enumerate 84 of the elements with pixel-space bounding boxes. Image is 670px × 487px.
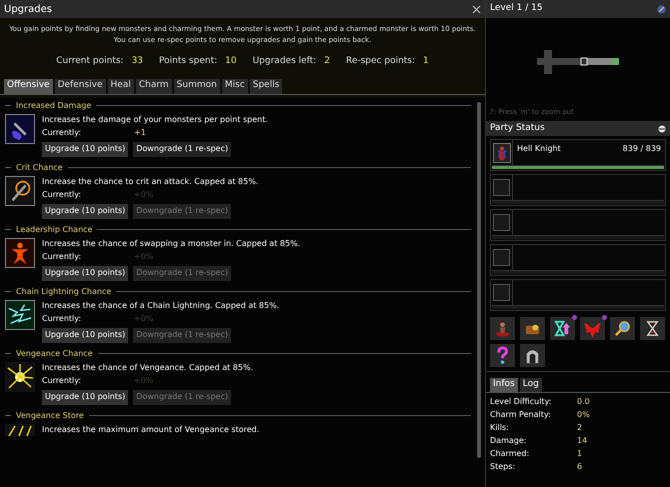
upgrade-icon: [5, 176, 35, 206]
currently-value: +0%: [134, 188, 154, 200]
info-value: 0.0: [577, 396, 590, 408]
upgrade-title: Crit Chance: [16, 162, 63, 174]
info-label: Steps:: [490, 461, 516, 473]
currently-label: Currently:: [42, 312, 82, 325]
upgrade-title: Vengeance Chance: [16, 348, 93, 360]
category-tab[interactable]: Misc: [222, 78, 248, 94]
currently-value: +0%: [134, 374, 154, 386]
currently-value: +0%: [134, 250, 154, 262]
upgrade-button[interactable]: Upgrade (10 points): [42, 204, 128, 218]
info-value: 2: [577, 422, 582, 434]
info-label: Charmed:: [490, 448, 530, 460]
category-tab[interactable]: Defensive: [54, 78, 106, 94]
currently-label: Currently:: [42, 250, 82, 263]
empty-portrait: [493, 249, 510, 266]
stat-value: 33: [132, 55, 144, 68]
upgrade-title: Vengeance Store: [16, 410, 84, 422]
scrollbar-thumb[interactable]: [477, 102, 481, 458]
stat-value: 10: [225, 55, 237, 68]
category-tab[interactable]: Summon: [174, 78, 220, 94]
upgrade-title: Leadership Chance: [16, 224, 92, 236]
member-hp: 839 / 839: [622, 143, 661, 155]
hourglass-icon[interactable]: [640, 317, 665, 340]
category-tab[interactable]: Heal: [108, 78, 134, 94]
info-value: 14: [577, 435, 588, 447]
info-value: 0%: [577, 409, 590, 421]
upgrade-description: Increases the damage of your monsters per point spent.: [42, 114, 268, 126]
category-tab[interactable]: Charm: [136, 78, 172, 94]
stat-label: Current points:: [56, 55, 124, 68]
category-tab[interactable]: Offensive: [4, 78, 53, 94]
upgrade-description: Increases the maximum amount of Vengeance stored.: [42, 424, 260, 436]
upgrade-description: Increases the chance of swapping a monster in. Capped at 85%.: [42, 238, 300, 250]
close-icon[interactable]: [472, 4, 481, 14]
upgrade-icon: [5, 300, 35, 330]
stat-label: Upgrades left:: [252, 55, 316, 68]
window-title: Upgrades: [4, 2, 52, 16]
upgrade-title: Increased Damage: [16, 100, 92, 112]
empty-portrait: [493, 214, 510, 231]
currently-label: Currently:: [42, 188, 82, 201]
upgrade-icon: [5, 362, 35, 392]
info-tab[interactable]: Infos: [490, 378, 518, 392]
upgrade-description: Increases the chance of Vengeance. Capped at 85%.: [42, 362, 254, 374]
empty-portrait: [493, 179, 510, 196]
upgrade-icon: [5, 424, 35, 436]
upgrade-title: Chain Lightning Chance: [16, 286, 112, 298]
question-mark-icon[interactable]: [490, 344, 515, 367]
upgrade-button[interactable]: Upgrade (10 points): [42, 266, 128, 280]
empty-portrait: [493, 284, 510, 301]
stat-value: 2: [324, 55, 330, 68]
monster-figure-icon[interactable]: [490, 317, 515, 340]
upgrade-button[interactable]: Upgrade (10 points): [42, 390, 128, 404]
upgrade-button[interactable]: Upgrade (10 points): [42, 328, 128, 342]
info-tab[interactable]: Log: [520, 378, 542, 392]
stat-value: 1: [423, 55, 429, 68]
member-name: Hell Knight: [517, 143, 561, 155]
category-tab[interactable]: Spells: [250, 78, 282, 94]
upgrade-description: Increases the chance of a Chain Lightning. Capped at 85%.: [42, 300, 280, 312]
chest-icon[interactable]: [520, 317, 545, 340]
currently-label: Currently:: [42, 126, 82, 139]
info-label: Level Difficulty:: [490, 396, 552, 408]
knight-portrait-icon: [492, 142, 510, 162]
upgrade-button[interactable]: Upgrade (10 points): [42, 142, 128, 156]
level-title: Level 1 / 15: [490, 2, 543, 16]
upgrade-icon: [5, 114, 35, 144]
info-label: Kills:: [490, 422, 510, 434]
info-label: Charm Penalty:: [490, 409, 552, 421]
info-value: 1: [577, 448, 582, 460]
upgrade-icon: [5, 238, 35, 268]
currently-label: Currently:: [42, 374, 82, 387]
stat-label: Points spent:: [159, 55, 218, 68]
upgrade-description: Increase the chance to crit an attack. Capped at 85%.: [42, 176, 258, 188]
currently-value: +0%: [134, 312, 154, 324]
info-label: Damage:: [490, 435, 528, 447]
info-value: 6: [577, 461, 582, 473]
currently-value: +1: [134, 126, 146, 138]
party-slot[interactable]: Hell Knight 839 / 839: [490, 139, 666, 171]
collapse-icon[interactable]: [658, 124, 666, 132]
demon-face-icon[interactable]: [580, 317, 605, 340]
party-title: Party Status: [490, 122, 545, 135]
gate-icon[interactable]: [520, 344, 545, 367]
stat-label: Re-spec points:: [346, 55, 416, 68]
magnifier-icon[interactable]: [610, 317, 635, 340]
downgrade-button[interactable]: Downgrade (1 re-spec): [133, 142, 232, 156]
